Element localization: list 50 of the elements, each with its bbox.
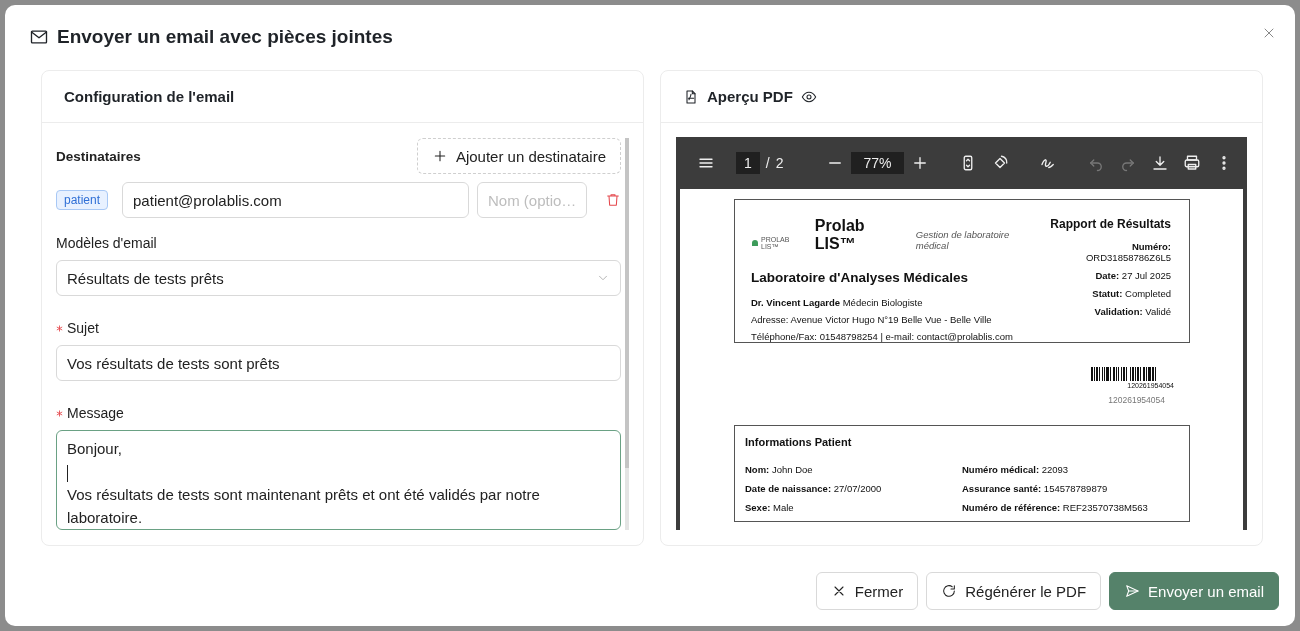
tagline: Gestion de laboratoire médical xyxy=(915,229,1011,251)
trash-icon xyxy=(605,192,621,208)
page-count: 2 xyxy=(775,155,784,171)
logo-icon xyxy=(751,240,759,246)
info-line: Assurance santé: 154578789879 xyxy=(962,483,1109,494)
doctor-line: Dr. Vincent Lagarde Médecin Biologiste xyxy=(751,297,924,308)
send-button[interactable]: Envoyer un email xyxy=(1109,572,1279,610)
info-line: Date: 27 Jul 2025 xyxy=(1094,270,1171,281)
barcode-number: 120261954054 xyxy=(1108,395,1165,405)
recipient-tag: patient xyxy=(56,190,109,210)
info-line: Numéro médical: 22093 xyxy=(962,464,1070,475)
info-line: Numéro: ORD31858786Z6L5 xyxy=(1084,241,1171,263)
refresh-icon xyxy=(941,583,958,599)
required-icon xyxy=(56,324,63,332)
close-button[interactable]: Fermer xyxy=(815,572,919,610)
regenerate-button[interactable]: Régénérer le PDF xyxy=(926,572,1102,610)
info-line: Date de naissance: 27/07/2000 xyxy=(745,483,883,494)
send-icon xyxy=(1124,583,1141,599)
email-field[interactable]: patient@prolablis.com xyxy=(122,182,469,218)
info-line: Validation: Validé xyxy=(1093,306,1171,317)
field-label: Message xyxy=(67,405,124,421)
field-label: Sujet xyxy=(67,320,99,336)
zoom-field[interactable]: 77% xyxy=(851,152,904,174)
address-line: Adresse: Avenue Victor Hugo N°19 Belle Vue - Belle Ville xyxy=(751,314,993,325)
template-select[interactable]: Résultats de tests prêts xyxy=(56,260,621,296)
download-icon[interactable] xyxy=(1150,154,1169,172)
info-line: Sexe: Male xyxy=(745,502,795,513)
brand-name: Prolab LIS™ xyxy=(814,217,866,253)
message-field[interactable]: Bonjour, Vos résultats de tests sont maintenant prêts et ont été validés par notre laboratoire. xyxy=(56,430,621,530)
add-recipient-button[interactable]: Ajouter un destinataire xyxy=(416,138,621,174)
delete-button[interactable] xyxy=(605,192,621,208)
lab-name: Laboratoire d'Analyses Médicales xyxy=(751,270,970,285)
field-label: Modèles d'email xyxy=(56,235,157,251)
info-line: Nom: John Doe xyxy=(745,464,814,475)
page-number-field[interactable]: 1 xyxy=(736,152,760,174)
dialog-title: Envoyer un email avec pièces jointes xyxy=(57,25,393,48)
subject-field[interactable]: Vos résultats de tests sont prêts xyxy=(56,345,621,381)
page-separator: / xyxy=(765,155,770,171)
name-field[interactable]: Nom (optio… xyxy=(477,182,587,218)
required-icon xyxy=(56,409,63,417)
report-title: Rapport de Résultats xyxy=(1049,217,1171,231)
contact-line: Téléphone/Fax: 01548798254 | e-mail: contact@prolablis.com xyxy=(751,331,1014,342)
pdf-file-icon xyxy=(683,88,699,105)
section-title: Informations Patient xyxy=(745,436,853,448)
print-icon[interactable] xyxy=(1182,154,1201,172)
info-line: Statut: Completed xyxy=(1091,288,1171,299)
section-label: Destinataires xyxy=(56,148,141,164)
card-title: Aperçu PDF xyxy=(707,88,793,105)
info-line: Numéro de référence: REF23570738M563 xyxy=(962,502,1149,513)
card-title: Configuration de l'email xyxy=(42,71,643,123)
